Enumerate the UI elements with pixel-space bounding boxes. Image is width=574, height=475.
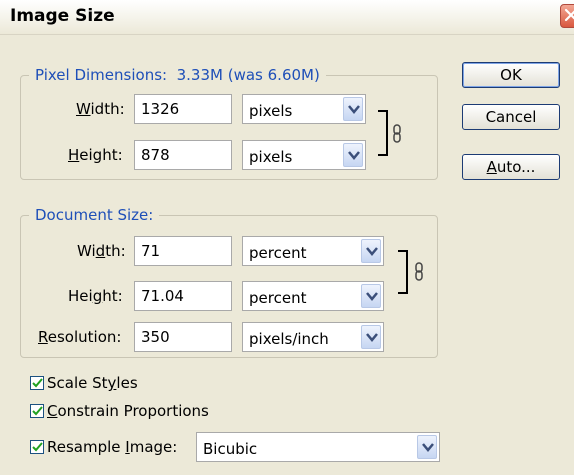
resolution-label: Resolution: bbox=[38, 328, 122, 346]
document-size-legend: Document Size: bbox=[35, 206, 154, 224]
chevron-down-icon bbox=[366, 247, 378, 256]
doc-width-field[interactable]: 71 bbox=[134, 236, 232, 266]
dropdown-button[interactable] bbox=[343, 97, 363, 121]
dropdown-button[interactable] bbox=[361, 239, 381, 263]
window-title: Image Size bbox=[10, 6, 115, 26]
pixel-dimensions-legend: Pixel Dimensions: 3.33M (was 6.60M) bbox=[35, 66, 320, 84]
chevron-down-icon bbox=[366, 292, 378, 301]
chevron-down-icon bbox=[348, 151, 360, 160]
title-bar: Image Size bbox=[0, 0, 574, 35]
dropdown-button[interactable] bbox=[361, 284, 381, 308]
doc-height-unit-select[interactable]: percent bbox=[242, 281, 384, 311]
constrain-proportions-label[interactable]: Constrain Proportions bbox=[47, 402, 209, 420]
scale-styles-label[interactable]: Scale Styles bbox=[47, 374, 138, 392]
pixel-width-field[interactable]: 1326 bbox=[134, 94, 232, 124]
chain-link-icon[interactable] bbox=[414, 262, 424, 282]
resample-method-select[interactable]: Bicubic bbox=[196, 432, 440, 462]
pixel-height-label: Height: bbox=[68, 146, 123, 164]
doc-constrain-bracket bbox=[398, 250, 408, 294]
pixel-constrain-bracket bbox=[378, 110, 388, 156]
pixel-height-unit-select[interactable]: pixels bbox=[242, 140, 366, 170]
dropdown-button[interactable] bbox=[417, 435, 437, 459]
pixel-dimensions-size: 3.33M (was 6.60M) bbox=[176, 66, 320, 84]
pixel-height-field[interactable]: 878 bbox=[134, 140, 232, 170]
chevron-down-icon bbox=[422, 443, 434, 452]
auto-button[interactable]: Auto... bbox=[462, 154, 560, 180]
doc-height-label: Height: bbox=[68, 287, 123, 305]
chain-link-icon[interactable] bbox=[392, 124, 402, 144]
doc-height-field[interactable]: 71.04 bbox=[134, 281, 232, 311]
resample-image-checkbox[interactable] bbox=[30, 440, 44, 454]
pixel-width-unit-select[interactable]: pixels bbox=[242, 94, 366, 124]
constrain-proportions-checkbox[interactable] bbox=[30, 404, 44, 418]
resolution-unit-select[interactable]: pixels/inch bbox=[242, 322, 384, 352]
chevron-down-icon bbox=[366, 333, 378, 342]
doc-width-unit-select[interactable]: percent bbox=[242, 236, 384, 266]
doc-width-label: Width: bbox=[77, 242, 126, 260]
resolution-field[interactable]: 350 bbox=[134, 322, 232, 352]
check-icon bbox=[32, 378, 43, 388]
check-icon bbox=[32, 406, 43, 416]
dropdown-button[interactable] bbox=[361, 325, 381, 349]
close-icon bbox=[564, 8, 574, 22]
ok-button[interactable]: OK bbox=[462, 62, 560, 88]
resample-image-label[interactable]: Resample Image: bbox=[47, 438, 177, 456]
dropdown-button[interactable] bbox=[343, 143, 363, 167]
close-button[interactable] bbox=[560, 4, 574, 28]
check-icon bbox=[32, 442, 43, 452]
scale-styles-checkbox[interactable] bbox=[30, 376, 44, 390]
chevron-down-icon bbox=[348, 105, 360, 114]
pixel-width-label: Width: bbox=[76, 100, 125, 118]
cancel-button[interactable]: Cancel bbox=[462, 104, 560, 130]
